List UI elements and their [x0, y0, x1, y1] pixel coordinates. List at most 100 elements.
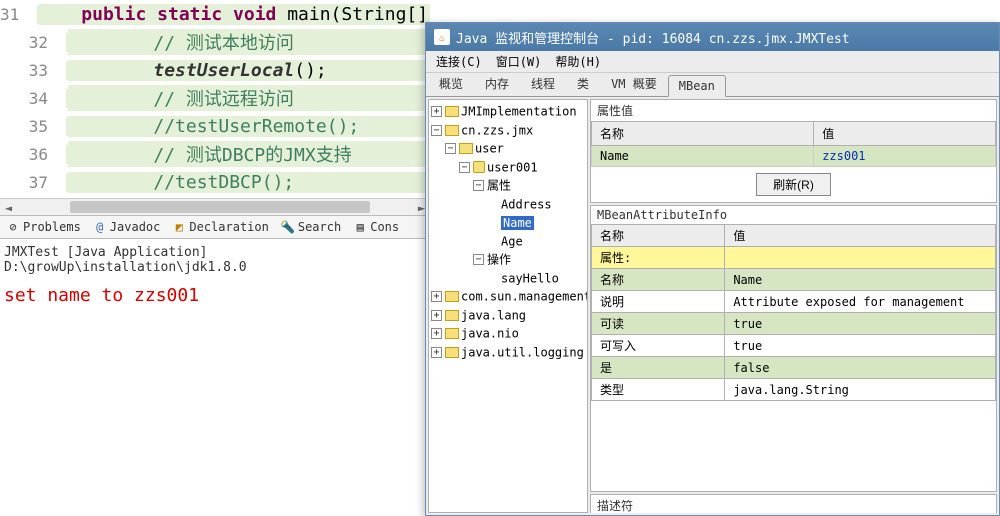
panel-title: 描述符 — [591, 495, 996, 513]
folder-icon — [445, 347, 459, 358]
jconsole-tabs: 概览 内存 线程 类 VM 概要 MBean — [426, 73, 999, 97]
expand-icon[interactable]: + — [431, 106, 442, 117]
line-number: 37 — [0, 173, 68, 192]
expand-icon[interactable]: + — [431, 291, 442, 302]
code-content[interactable]: // 测试本地访问 — [68, 29, 430, 55]
console-icon: ▤ — [353, 220, 367, 234]
info-value-cell: Name — [725, 269, 996, 291]
collapse-icon[interactable]: − — [473, 254, 484, 265]
col-header-value[interactable]: 值 — [814, 122, 996, 146]
tree-item-label[interactable]: java.nio — [461, 327, 519, 341]
info-value-cell: true — [725, 335, 996, 357]
line-number: 35 — [0, 117, 68, 136]
collapse-icon[interactable]: − — [431, 125, 442, 136]
tree-item-label[interactable]: sayHello — [501, 271, 559, 285]
col-header-name[interactable]: 名称 — [592, 225, 725, 247]
jconsole-window: ♨ Java 监视和管理控制台 - pid: 16084 cn.zzs.jmx.… — [425, 22, 1000, 516]
collapse-icon[interactable]: − — [459, 162, 470, 173]
horizontal-scrollbar[interactable]: ◄ ► — [0, 198, 430, 215]
tab-memory[interactable]: 内存 — [474, 71, 520, 96]
expand-icon[interactable]: + — [431, 347, 442, 358]
tab-javadoc[interactable]: @Javadoc — [87, 217, 167, 237]
tab-threads[interactable]: 线程 — [520, 71, 566, 96]
tree-item-label[interactable]: user001 — [487, 160, 538, 174]
info-value-cell — [725, 247, 996, 269]
tab-label: Declaration — [189, 220, 268, 234]
window-titlebar[interactable]: ♨ Java 监视和管理控制台 - pid: 16084 cn.zzs.jmx.… — [426, 23, 999, 51]
tab-overview[interactable]: 概览 — [428, 71, 474, 96]
code-editor[interactable]: 31public static void main(String[] args)… — [0, 0, 430, 198]
code-content[interactable]: //testDBCP(); — [68, 172, 430, 193]
panel-title: MBeanAttributeInfo — [591, 206, 996, 224]
scroll-left-icon[interactable]: ◄ — [0, 199, 17, 216]
info-key-cell: 是 — [592, 357, 725, 379]
code-content[interactable]: testUserLocal(); — [68, 60, 430, 81]
descriptor-panel: 描述符 名称值 — [590, 494, 997, 513]
bean-icon — [473, 161, 485, 173]
mbean-tree[interactable]: +JMImplementation −cn.zzs.jmx −user −use… — [428, 99, 588, 513]
tree-item-label[interactable]: com.sun.management — [461, 290, 588, 304]
tree-item-label[interactable]: java.util.logging — [461, 345, 584, 359]
info-value-cell: Attribute exposed for management — [725, 291, 996, 313]
tree-item-label[interactable]: cn.zzs.jmx — [461, 123, 533, 137]
refresh-button[interactable]: 刷新(R) — [756, 173, 831, 196]
tree-item-label[interactable]: Age — [501, 234, 523, 248]
console-output[interactable]: set name to zzs001 — [0, 281, 430, 310]
collapse-icon[interactable]: − — [473, 180, 484, 191]
console-header: JMXTest [Java Application] D:\growUp\ins… — [0, 239, 430, 281]
folder-icon — [459, 143, 473, 154]
info-key-cell: 可写入 — [592, 335, 725, 357]
line-number: 31 — [0, 5, 39, 24]
col-header-name[interactable]: 名称 — [592, 122, 814, 146]
collapse-icon[interactable]: − — [445, 143, 456, 154]
col-header-value[interactable]: 值 — [725, 225, 996, 247]
tab-label: Cons — [370, 220, 399, 234]
info-key-cell: 说明 — [592, 291, 725, 313]
info-key-cell: 类型 — [592, 379, 725, 401]
tab-declaration[interactable]: ◩Declaration — [166, 217, 274, 237]
tab-console[interactable]: ▤Cons — [347, 217, 405, 237]
menubar: 连接(C) 窗口(W) 帮助(H) — [426, 51, 999, 73]
folder-icon — [445, 310, 459, 321]
info-value-cell: java.lang.String — [725, 379, 996, 401]
code-content[interactable]: public static void main(String[] args) t… — [39, 4, 430, 25]
window-title: Java 监视和管理控制台 - pid: 16084 cn.zzs.jmx.JM… — [456, 28, 850, 47]
attr-value-cell[interactable]: zzs001 — [814, 146, 996, 167]
line-number: 33 — [0, 61, 68, 80]
expand-icon[interactable]: + — [431, 328, 442, 339]
menu-connect[interactable]: 连接(C) — [430, 51, 488, 72]
folder-icon — [445, 291, 459, 302]
tree-item-label[interactable]: Address — [501, 197, 552, 211]
code-content[interactable]: // 测试DBCP的JMX支持 — [68, 141, 430, 167]
tab-problems[interactable]: ⊘Problems — [0, 217, 87, 237]
line-number: 34 — [0, 89, 68, 108]
code-content[interactable]: //testUserRemote(); — [68, 116, 430, 137]
menu-window[interactable]: 窗口(W) — [490, 51, 548, 72]
tab-search[interactable]: 🔦Search — [275, 217, 347, 237]
line-number: 36 — [0, 145, 68, 164]
scrollbar-thumb[interactable] — [70, 201, 370, 213]
folder-icon — [445, 106, 459, 117]
mbean-attribute-info-panel: MBeanAttributeInfo 名称值 属性:名称Name说明Attrib… — [590, 205, 997, 492]
tree-item-label[interactable]: 操作 — [487, 253, 511, 267]
code-content[interactable]: // 测试远程访问 — [68, 85, 430, 111]
tree-item-label[interactable]: JMImplementation — [461, 105, 577, 119]
attribute-value-panel: 属性值 名称值 Namezzs001 刷新(R) — [590, 99, 997, 203]
tab-vm[interactable]: VM 概要 — [600, 71, 668, 96]
error-icon: ⊘ — [6, 220, 20, 234]
tree-item-label[interactable]: user — [475, 142, 504, 156]
info-key-cell: 属性: — [592, 247, 725, 269]
tab-mbean[interactable]: MBean — [668, 75, 726, 97]
tab-classes[interactable]: 类 — [566, 71, 600, 96]
info-key-cell: 名称 — [592, 269, 725, 291]
line-number: 32 — [0, 33, 68, 52]
info-key-cell: 可读 — [592, 313, 725, 335]
tree-item-label[interactable]: java.lang — [461, 308, 526, 322]
tree-item-label[interactable]: 属性 — [487, 179, 511, 193]
expand-icon[interactable]: + — [431, 310, 442, 321]
at-icon: @ — [93, 220, 107, 234]
tab-label: Search — [298, 220, 341, 234]
tree-item-name-selected[interactable]: Name — [501, 216, 534, 230]
attr-name-cell[interactable]: Name — [592, 146, 814, 167]
menu-help[interactable]: 帮助(H) — [549, 51, 607, 72]
